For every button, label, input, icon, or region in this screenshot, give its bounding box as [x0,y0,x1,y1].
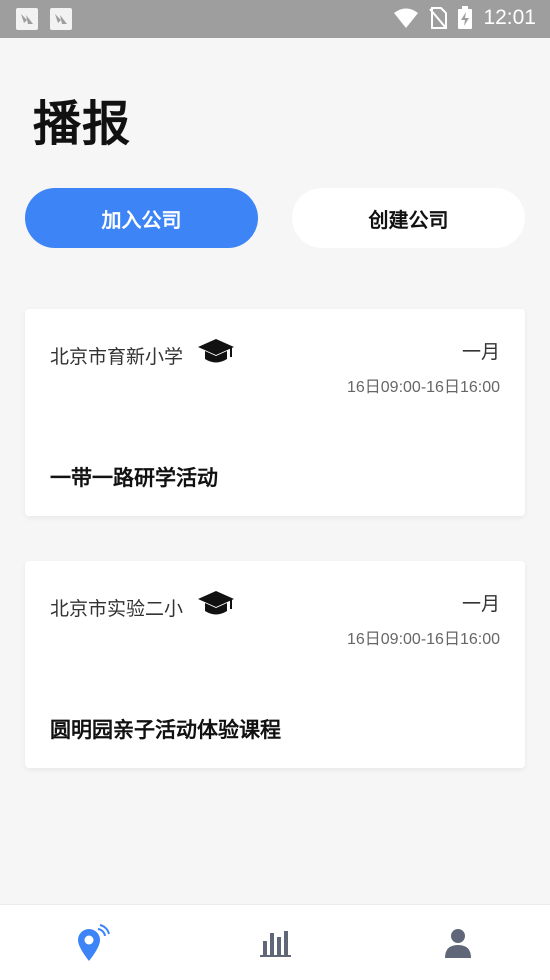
card-school-row: 北京市实验二小 [50,589,235,625]
graduation-cap-icon [197,337,235,373]
activity-card[interactable]: 北京市实验二小 一月 16日09:00-16日16:00 圆明园亲子活动体验课程 [25,561,525,768]
page-title: 播报 [33,98,132,151]
notification-icon [16,8,38,30]
tab-profile[interactable] [438,923,478,963]
card-time: 16日09:00-16日16:00 [346,631,500,648]
user-icon [445,929,471,958]
card-title: 圆明园亲子活动体验课程 [50,719,281,742]
graduation-cap-icon [197,589,235,625]
card-school-name: 北京市育新小学 [50,346,184,368]
battery-charging-icon [458,6,473,29]
card-time: 16日09:00-16日16:00 [346,379,500,396]
create-company-button[interactable]: 创建公司 [292,188,525,248]
wifi-icon [394,8,419,28]
card-month: 一月 [461,342,500,363]
card-month: 一月 [461,594,500,615]
tab-broadcast[interactable] [71,923,111,963]
card-school-name: 北京市实验二小 [50,598,184,620]
location-broadcast-icon [78,924,110,961]
activity-card[interactable]: 北京市育新小学 一月 16日09:00-16日16:00 一带一路研学活动 [25,309,525,516]
status-time: 12:01 [483,6,536,29]
status-bar: 12:01 [0,0,550,38]
bar-chart-icon [260,931,291,957]
card-school-row: 北京市育新小学 [50,337,235,373]
bottom-tab-bar [0,904,550,980]
no-sim-icon [429,7,448,29]
join-company-button[interactable]: 加入公司 [25,188,258,248]
card-title: 一带一路研学活动 [50,467,218,490]
tab-statistics[interactable] [255,923,295,963]
notification-icon [50,8,72,30]
